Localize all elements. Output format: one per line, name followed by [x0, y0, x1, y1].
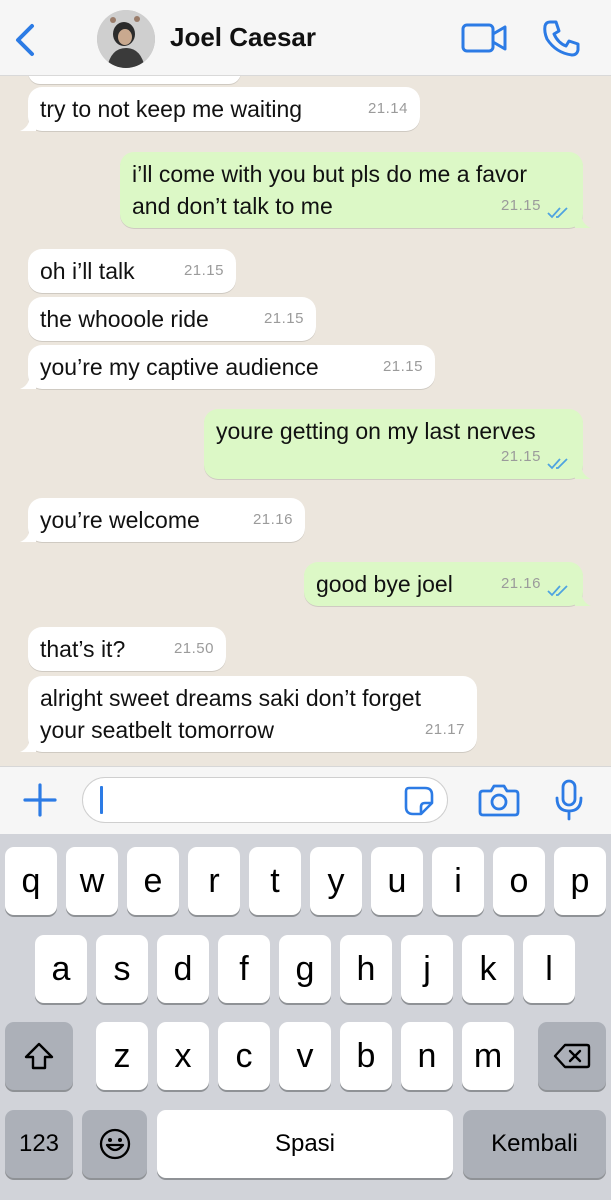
key-a[interactable]: a [35, 935, 87, 1003]
read-receipt-icon [547, 585, 568, 597]
read-receipt-icon [547, 458, 568, 470]
message-bubble[interactable]: you’re welcome 21.16 [20, 498, 305, 542]
message-time: 21.17 [424, 721, 465, 738]
voice-message-button[interactable] [554, 778, 584, 822]
chevron-left-icon [16, 24, 34, 56]
message-time: 21.15 [500, 448, 541, 465]
video-call-button[interactable] [460, 20, 508, 56]
key-g[interactable]: g [279, 935, 331, 1003]
microphone-icon [555, 779, 583, 821]
contact-avatar[interactable] [97, 10, 155, 68]
message-time: 21.16 [252, 511, 293, 528]
message-bubble[interactable]: alright sweet dreams saki don’t forget y… [20, 676, 477, 752]
key-u[interactable]: u [371, 847, 423, 915]
key-k[interactable]: k [462, 935, 514, 1003]
read-receipt-icon [547, 207, 568, 219]
sticker-icon [404, 786, 434, 816]
message-time: 21.15 [183, 262, 224, 279]
message-bubble[interactable]: try to not keep me waiting 21.14 [20, 87, 420, 131]
key-j[interactable]: j [401, 935, 453, 1003]
phone-icon [543, 20, 580, 57]
shift-key[interactable] [5, 1022, 73, 1090]
video-call-icon [461, 23, 507, 53]
delete-key[interactable] [538, 1022, 606, 1090]
key-f[interactable]: f [218, 935, 270, 1003]
contact-name[interactable]: Joel Caesar [170, 22, 316, 53]
attach-button[interactable] [22, 782, 58, 818]
message-time: 21.15 [263, 310, 304, 327]
message-bubble-partial [28, 76, 241, 84]
key-s[interactable]: s [96, 935, 148, 1003]
key-m[interactable]: m [462, 1022, 514, 1090]
key-z[interactable]: z [96, 1022, 148, 1090]
message-time: 21.14 [367, 100, 408, 117]
key-p[interactable]: p [554, 847, 606, 915]
text-cursor [100, 786, 103, 814]
key-d[interactable]: d [157, 935, 209, 1003]
message-bubble[interactable]: good bye joel 21.16 [304, 562, 591, 606]
emoji-key[interactable] [82, 1110, 147, 1178]
message-time: 21.15 [382, 358, 423, 375]
key-n[interactable]: n [401, 1022, 453, 1090]
key-e[interactable]: e [127, 847, 179, 915]
key-r[interactable]: r [188, 847, 240, 915]
space-key[interactable]: Spasi [157, 1110, 453, 1178]
plus-icon [23, 783, 57, 817]
key-h[interactable]: h [340, 935, 392, 1003]
key-i[interactable]: i [432, 847, 484, 915]
shift-icon [24, 1042, 54, 1070]
key-b[interactable]: b [340, 1022, 392, 1090]
message-bubble[interactable]: you’re my captive audience 21.15 [20, 345, 435, 389]
backspace-icon [553, 1043, 591, 1069]
message-bubble[interactable]: the whooole ride 21.15 [28, 297, 316, 341]
return-key[interactable]: Kembali [463, 1110, 606, 1178]
message-text: try to not keep me waiting [40, 96, 303, 122]
numbers-key[interactable]: 123 [5, 1110, 73, 1178]
key-q[interactable]: q [5, 847, 57, 915]
key-l[interactable]: l [523, 935, 575, 1003]
message-bubble[interactable]: youre getting on my last nerves 21.15 [204, 409, 591, 479]
key-w[interactable]: w [66, 847, 118, 915]
sticker-button[interactable] [403, 785, 435, 817]
message-list[interactable]: try to not keep me waiting 21.14 i’ll co… [0, 76, 611, 766]
message-text: alright sweet dreams saki don’t forget y… [40, 685, 421, 743]
message-input[interactable] [82, 777, 448, 823]
chat-header: Joel Caesar [0, 0, 611, 76]
key-x[interactable]: x [157, 1022, 209, 1090]
camera-button[interactable] [478, 782, 520, 818]
message-bubble[interactable]: i’ll come with you but pls do me a favor… [120, 152, 591, 228]
message-bubble[interactable]: that’s it? 21.50 [28, 627, 226, 671]
chat-screen: Joel Caesar try to not keep me waiting 2… [0, 0, 611, 1200]
message-time: 21.16 [500, 575, 541, 592]
message-time: 21.15 [500, 197, 541, 214]
message-bubble[interactable]: oh i’ll talk 21.15 [28, 249, 236, 293]
key-v[interactable]: v [279, 1022, 331, 1090]
message-time: 21.50 [173, 640, 214, 657]
key-c[interactable]: c [218, 1022, 270, 1090]
camera-icon [478, 784, 520, 817]
message-text: you’re my captive audience [40, 354, 319, 380]
key-y[interactable]: y [310, 847, 362, 915]
key-o[interactable]: o [493, 847, 545, 915]
key-t[interactable]: t [249, 847, 301, 915]
emoji-icon [99, 1128, 130, 1160]
back-button[interactable] [10, 20, 44, 60]
voice-call-button[interactable] [541, 18, 581, 58]
